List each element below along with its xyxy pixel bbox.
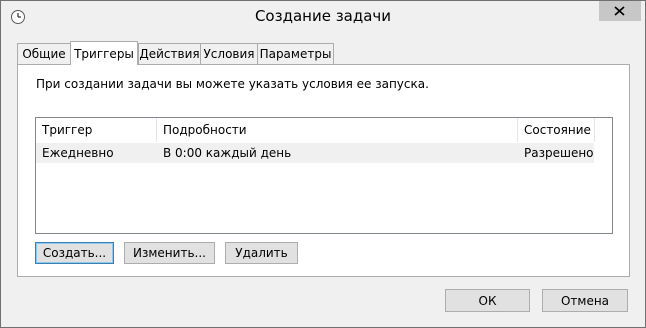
edit-trigger-button[interactable]: Изменить... [124,242,215,264]
tab-conditions[interactable]: Условия [200,43,258,64]
close-icon [614,6,625,16]
title-bar[interactable]: Создание задачи [1,1,645,34]
ok-button[interactable]: ОК [445,289,530,312]
triggers-list[interactable]: Триггер Подробности Состояние Ежедневно … [35,117,613,234]
tab-settings[interactable]: Параметры [257,43,334,64]
column-header-trigger[interactable]: Триггер [36,118,156,142]
triggers-intro-text: При создании задачи вы можете указать ус… [36,77,429,91]
tab-general[interactable]: Общие [17,43,71,64]
table-row[interactable]: Ежедневно В 0:00 каждый день Разрешено [36,143,594,163]
cell-status: Разрешено [524,146,594,160]
tab-triggers[interactable]: Триггеры [70,41,138,65]
cancel-button[interactable]: Отмена [542,289,628,312]
create-trigger-button[interactable]: Создать... [35,242,114,264]
close-button[interactable] [599,1,641,21]
column-divider[interactable] [594,118,595,142]
triggers-panel: При создании задачи вы можете указать ус… [17,64,630,277]
task-dialog-window: Создание задачи Общие Триггеры Действия … [0,0,646,328]
tab-actions[interactable]: Действия [138,43,201,64]
cell-trigger: Ежедневно [42,146,114,160]
column-header-status[interactable]: Состояние [518,118,594,142]
window-title: Создание задачи [254,7,392,25]
column-header-details[interactable]: Подробности [157,118,517,142]
delete-trigger-button[interactable]: Удалить [225,242,298,264]
cell-details: В 0:00 каждый день [163,146,292,160]
